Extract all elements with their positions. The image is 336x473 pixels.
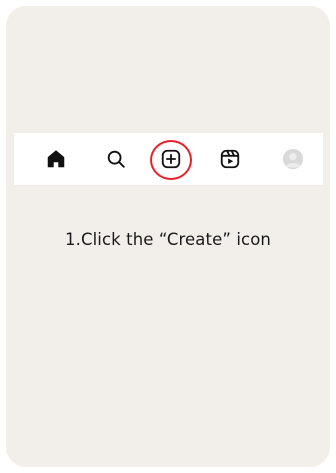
home-icon bbox=[45, 148, 67, 170]
search-icon bbox=[105, 148, 127, 170]
reels-icon bbox=[219, 148, 241, 170]
nav-home-button[interactable] bbox=[36, 133, 76, 185]
instruction-text: 1.Click the “Create” icon bbox=[65, 230, 271, 249]
create-icon bbox=[160, 148, 182, 170]
nav-create-button[interactable] bbox=[151, 133, 191, 185]
nav-reels-button[interactable] bbox=[210, 133, 250, 185]
avatar bbox=[282, 148, 304, 170]
nav-profile-button[interactable] bbox=[273, 133, 313, 185]
bottom-navigation-bar bbox=[14, 133, 323, 185]
nav-search-button[interactable] bbox=[96, 133, 136, 185]
